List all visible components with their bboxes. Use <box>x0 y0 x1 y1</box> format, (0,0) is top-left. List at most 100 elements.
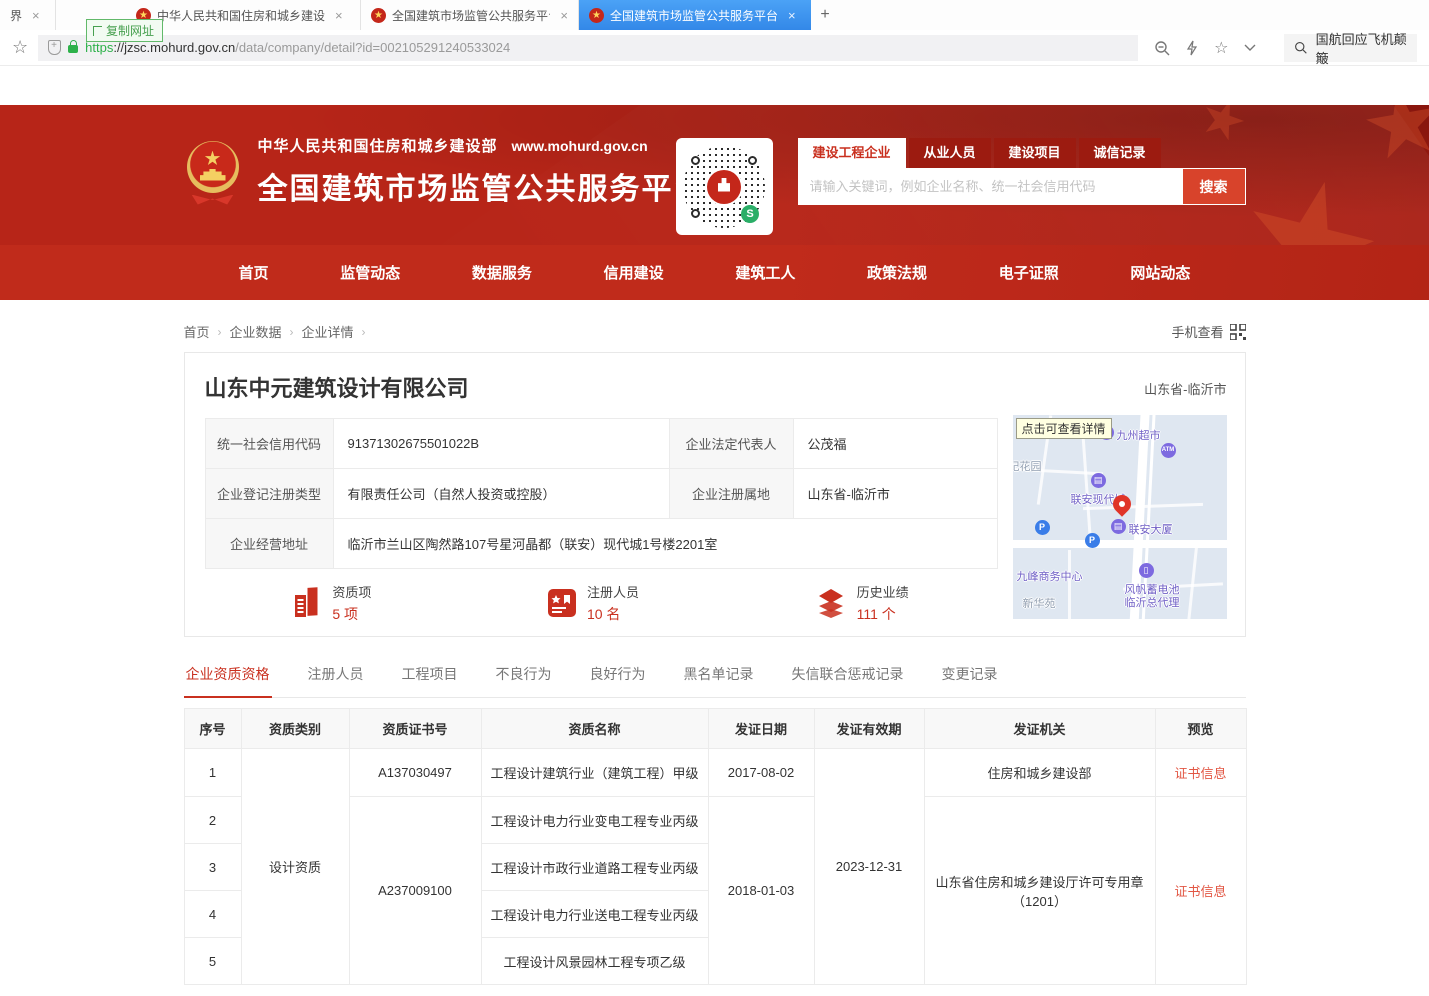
favorite-star-icon[interactable]: ☆ <box>1214 38 1228 58</box>
header-search-panel: 建设工程企业 从业人员 建设项目 诚信记录 搜索 <box>798 138 1246 205</box>
chevron-down-icon[interactable] <box>1244 44 1256 52</box>
qual-category: 设计资质 <box>241 749 349 985</box>
zoom-out-icon[interactable] <box>1154 40 1170 56</box>
tab-projects[interactable]: 工程项目 <box>400 654 460 697</box>
browser-chrome: 界 × ★ 中华人民共和国住房和城乡建设 × ★ 全国建筑市场监管公共服务平台 … <box>0 0 1429 66</box>
browser-tab-1[interactable]: 界 × <box>0 0 56 30</box>
shield-icon[interactable] <box>48 40 61 55</box>
building-marker-icon: ▤ <box>1091 473 1106 488</box>
roster-book-icon <box>547 588 577 618</box>
national-emblem-icon <box>184 139 242 205</box>
keyword-search-input[interactable] <box>798 168 1182 205</box>
issue-date: 2017-08-02 <box>708 749 814 797</box>
cert-info-link[interactable]: 证书信息 <box>1174 884 1226 899</box>
building-icon <box>292 587 322 619</box>
location-map[interactable]: ▣ 九州超市 ATM 纪花园 ▤ 联安现代城 ▤ 联安大厦 P P 九峰商务中心… <box>1013 415 1227 619</box>
map-tooltip: 点击可查看详情 <box>1016 418 1112 439</box>
breadcrumb-company-data[interactable]: 企业数据 <box>230 322 282 341</box>
map-label-garden: 纪花园 <box>1013 458 1042 474</box>
address-bar[interactable]: https://jzsc.mohurd.gov.cn/data/company/… <box>38 35 1138 61</box>
qual-name: 工程设计风景园林工程专项乙级 <box>481 938 708 985</box>
breadcrumb: 首页› 企业数据› 企业详情› <box>184 322 366 341</box>
flash-icon[interactable] <box>1186 40 1198 56</box>
browser-tab-active[interactable]: ★ 全国建筑市场监管公共服务平台 × <box>579 0 811 30</box>
search-tab-project[interactable]: 建设项目 <box>994 138 1076 168</box>
qual-name: 工程设计电力行业变电工程专业丙级 <box>481 797 708 844</box>
map-label-supermarket: 九州超市 <box>1117 427 1161 443</box>
toolbar-icons: ☆ <box>1154 38 1256 58</box>
browser-tab-3[interactable]: ★ 全国建筑市场监管公共服务平台 × <box>361 0 579 30</box>
qual-name: 工程设计市政行业道路工程专业丙级 <box>481 844 708 891</box>
tab-blacklist[interactable]: 黑名单记录 <box>682 654 756 697</box>
row-index: 4 <box>184 891 241 938</box>
browser-toolbar: ☆ https://jzsc.mohurd.gov.cn/data/compan… <box>0 30 1429 66</box>
layers-icon <box>815 587 847 619</box>
tab-registered-personnel[interactable]: 注册人员 <box>306 654 366 697</box>
tab-close-icon[interactable]: × <box>560 8 568 23</box>
nav-item-credit[interactable]: 信用建设 <box>604 262 664 283</box>
issuing-authority: 住房和城乡建设部 <box>924 749 1155 797</box>
stat-registered-personnel[interactable]: 注册人员 10 名 <box>547 582 639 624</box>
tab-close-icon[interactable]: × <box>32 8 40 23</box>
company-stats: 资质项 5 项 注册人员 10 名 <box>205 582 997 624</box>
url-text[interactable]: https://jzsc.mohurd.gov.cn/data/company/… <box>85 40 510 55</box>
issue-date: 2018-01-03 <box>708 797 814 985</box>
stat-qualifications[interactable]: 资质项 5 项 <box>292 582 371 624</box>
tab-change-records[interactable]: 变更记录 <box>940 654 1000 697</box>
tab-close-icon[interactable]: × <box>335 8 343 23</box>
ministry-site-url: www.mohurd.gov.cn <box>512 138 648 154</box>
search-tab-credit[interactable]: 诚信记录 <box>1079 138 1161 168</box>
row-index: 2 <box>184 797 241 844</box>
tab-good-behavior[interactable]: 良好行为 <box>588 654 648 697</box>
row-index: 3 <box>184 844 241 891</box>
page-top-gap <box>0 66 1429 105</box>
browser-search-box[interactable]: 国航回应飞机颠簸 <box>1284 34 1417 62</box>
col-authority: 发证机关 <box>924 709 1155 749</box>
tab-dishonesty-records[interactable]: 失信联合惩戒记录 <box>790 654 906 697</box>
field-label: 企业经营地址 <box>205 519 333 569</box>
stat-history-performance[interactable]: 历史业绩 111 个 <box>815 582 909 624</box>
nav-item-e-license[interactable]: 电子证照 <box>999 262 1059 283</box>
table-row: 1 设计资质 A137030497 工程设计建筑行业（建筑工程）甲级 2017-… <box>184 749 1246 797</box>
nav-item-data-service[interactable]: 数据服务 <box>472 262 532 283</box>
company-region: 山东省-临沂市 <box>1144 379 1226 398</box>
tab-label: 全国建筑市场监管公共服务平台 <box>610 7 778 24</box>
ministry-name: 中华人民共和国住房和城乡建设部www.mohurd.gov.cn <box>258 135 706 156</box>
parking-marker-icon: P <box>1085 533 1100 548</box>
map-label-xinhuayuan: 新华苑 <box>1023 595 1056 611</box>
tab-qualifications[interactable]: 企业资质资格 <box>184 654 272 698</box>
bookmark-star-icon[interactable]: ☆ <box>12 37 28 58</box>
new-tab-button[interactable]: + <box>811 0 839 30</box>
company-name: 山东中元建筑设计有限公司 <box>205 371 469 403</box>
map-label-lianan-tower: 联安大厦 <box>1129 521 1173 537</box>
breadcrumb-company-detail[interactable]: 企业详情 <box>302 322 354 341</box>
nav-item-home[interactable]: 首页 <box>239 262 269 283</box>
nav-item-policy[interactable]: 政策法规 <box>867 262 927 283</box>
tab-bad-behavior[interactable]: 不良行为 <box>494 654 554 697</box>
browser-tab-bar: 界 × ★ 中华人民共和国住房和城乡建设 × ★ 全国建筑市场监管公共服务平台 … <box>0 0 1429 30</box>
nav-item-site-news[interactable]: 网站动态 <box>1130 262 1190 283</box>
tab-label: 中华人民共和国住房和城乡建设 <box>157 7 325 24</box>
search-tab-personnel[interactable]: 从业人员 <box>909 138 991 168</box>
breadcrumb-home[interactable]: 首页 <box>184 322 210 341</box>
tab-close-icon[interactable]: × <box>788 8 796 23</box>
qr-center-logo-icon <box>707 170 741 204</box>
search-tab-enterprise[interactable]: 建设工程企业 <box>798 138 906 168</box>
reg-type-value: 有限责任公司（自然人投资或控股） <box>333 469 669 519</box>
battery-marker-icon: ▯ <box>1139 563 1154 578</box>
nav-item-workers[interactable]: 建筑工人 <box>735 262 795 283</box>
credit-code-value: 91371302675501022B <box>333 419 669 469</box>
site-favicon-icon: ★ <box>371 8 386 23</box>
mobile-view-link[interactable]: 手机查看 <box>1171 322 1245 341</box>
search-button[interactable]: 搜索 <box>1183 169 1245 204</box>
site-favicon-icon: ★ <box>589 8 604 23</box>
preview-cell: 证书信息 <box>1155 797 1246 985</box>
nav-item-supervision[interactable]: 监管动态 <box>340 262 400 283</box>
issuing-authority: 山东省住房和城乡建设厅许可专用章 （1201） <box>924 797 1155 985</box>
qr-code-icon <box>1230 324 1246 340</box>
tab-label: 界 <box>10 7 22 24</box>
main-navigation: 首页 监管动态 数据服务 信用建设 建筑工人 政策法规 电子证照 网站动态 <box>0 245 1429 300</box>
cert-info-link[interactable]: 证书信息 <box>1174 766 1226 781</box>
site-logo[interactable]: 中华人民共和国住房和城乡建设部www.mohurd.gov.cn 全国建筑市场监… <box>184 135 706 208</box>
col-qual-name: 资质名称 <box>481 709 708 749</box>
